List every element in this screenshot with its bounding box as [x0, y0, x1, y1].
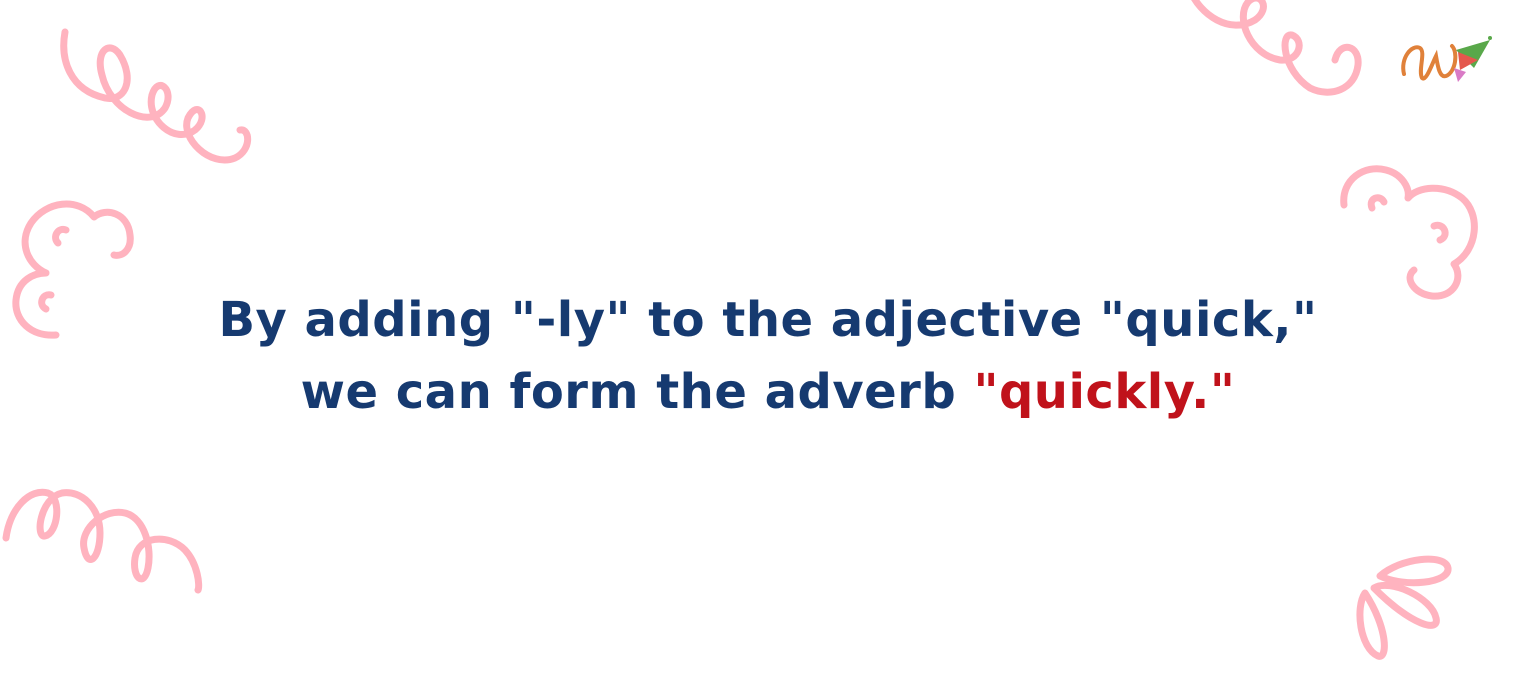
- loop-squiggle-top-left: [60, 28, 252, 164]
- main-sentence: By adding "-ly" to the adjective "quick,…: [118, 284, 1418, 428]
- loop-squiggle-top-right: [1191, 0, 1362, 96]
- highlighted-adverb: "quickly.": [973, 364, 1236, 420]
- brand-logo-icon: [1401, 36, 1492, 82]
- sentence-line-2: we can form the adverb "quickly.": [118, 356, 1418, 428]
- sentence-line-2-lead: we can form the adverb: [300, 364, 957, 420]
- petal-burst-bottom-right: [1356, 555, 1452, 660]
- bloop-squiggle-bottom-left: [2, 488, 203, 594]
- sentence-line-1: By adding "-ly" to the adjective "quick,…: [218, 292, 1318, 348]
